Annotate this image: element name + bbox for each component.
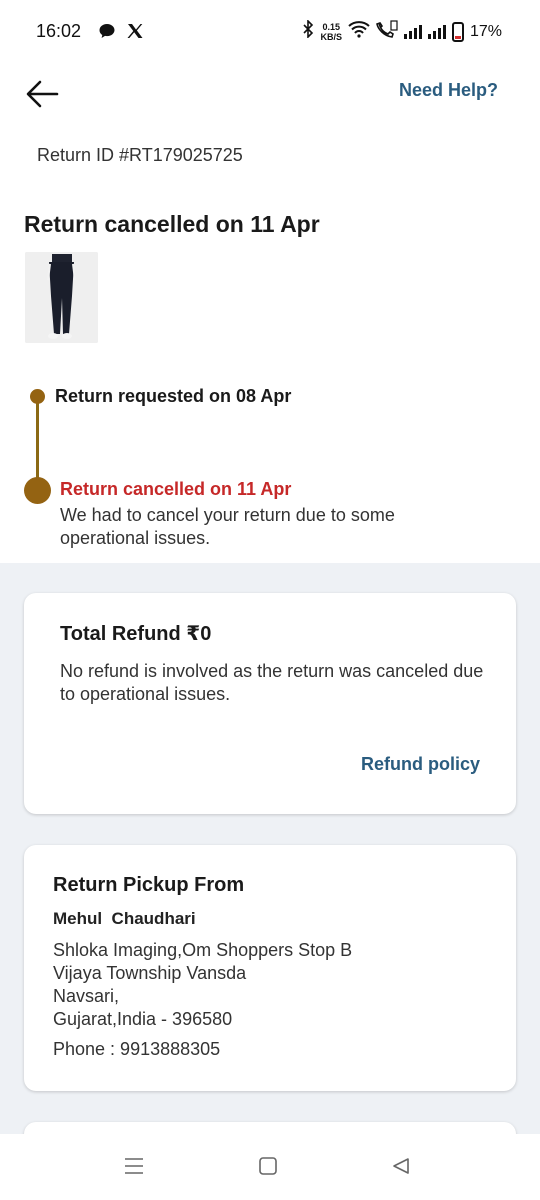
net-speed-unit: KB/S <box>320 31 342 42</box>
signal-icon-2 <box>427 24 446 39</box>
system-icons: 0.15 KB/S 17% <box>302 19 502 43</box>
timeline-step-requested: Return requested on 08 Apr <box>55 386 292 406</box>
refund-description: No refund is involved as the return was … <box>60 661 484 704</box>
pickup-title: Return Pickup From <box>53 874 245 896</box>
address-line: Gujarat,India - 396580 <box>53 1009 233 1029</box>
battery-level: 17% <box>469 22 502 40</box>
pickup-address: Shloka Imaging,Om Shoppers Stop B Vijaya… <box>53 939 352 1031</box>
pickup-phone: Phone : 9913888305 <box>53 1039 221 1059</box>
customer-name: Mehul Chaudhari <box>53 909 196 928</box>
jeans-image <box>25 252 98 343</box>
notification-icons <box>98 22 144 45</box>
timeline-step-cancelled: Return cancelled on 11 Apr <box>60 479 292 499</box>
recents-button[interactable] <box>122 1156 146 1180</box>
timeline-dot-requested <box>30 389 45 404</box>
signal-icon <box>403 24 422 39</box>
home-square-icon <box>258 1156 278 1181</box>
pickup-address-card: Return Pickup From Mehul Chaudhari Shlok… <box>24 845 516 1091</box>
volte-call-icon <box>376 20 398 43</box>
back-nav-button[interactable] <box>389 1156 413 1180</box>
system-nav-bar <box>0 1134 540 1200</box>
menu-icon <box>123 1156 145 1181</box>
return-id: Return ID #RT179025725 <box>37 145 243 165</box>
refund-card: Total Refund ₹0 No refund is involved as… <box>24 593 516 814</box>
home-button[interactable] <box>256 1156 280 1180</box>
address-line: Navsari, <box>53 986 120 1006</box>
refund-policy-link[interactable]: Refund policy <box>361 754 480 775</box>
chat-bubble-icon <box>98 22 116 45</box>
bluetooth-icon <box>302 19 314 43</box>
back-triangle-icon <box>391 1156 411 1181</box>
net-speed-value: 0.15 <box>322 21 340 32</box>
timeline-connector <box>36 396 39 488</box>
status-bar: 16:02 0.15 KB/S 17% <box>0 0 540 64</box>
return-status-heading: Return cancelled on 11 Apr <box>24 211 320 237</box>
product-thumbnail[interactable] <box>25 252 98 343</box>
refund-title: Total Refund ₹0 <box>60 623 212 645</box>
wifi-icon <box>348 20 370 43</box>
address-line: Shloka Imaging,Om Shoppers Stop B <box>53 940 353 960</box>
arrow-left-icon <box>25 80 59 113</box>
cancel-reason-text: We had to cancel your return due to some… <box>60 505 395 548</box>
status-time: 16:02 <box>36 21 82 41</box>
network-speed: 0.15 KB/S <box>320 22 342 42</box>
address-line: Vijaya Township Vansda <box>53 963 247 983</box>
back-button[interactable] <box>24 78 60 114</box>
timeline-dot-cancelled <box>24 477 51 504</box>
x-logo-icon <box>126 22 144 45</box>
need-help-link[interactable]: Need Help? <box>399 80 498 101</box>
battery-icon <box>451 21 464 42</box>
